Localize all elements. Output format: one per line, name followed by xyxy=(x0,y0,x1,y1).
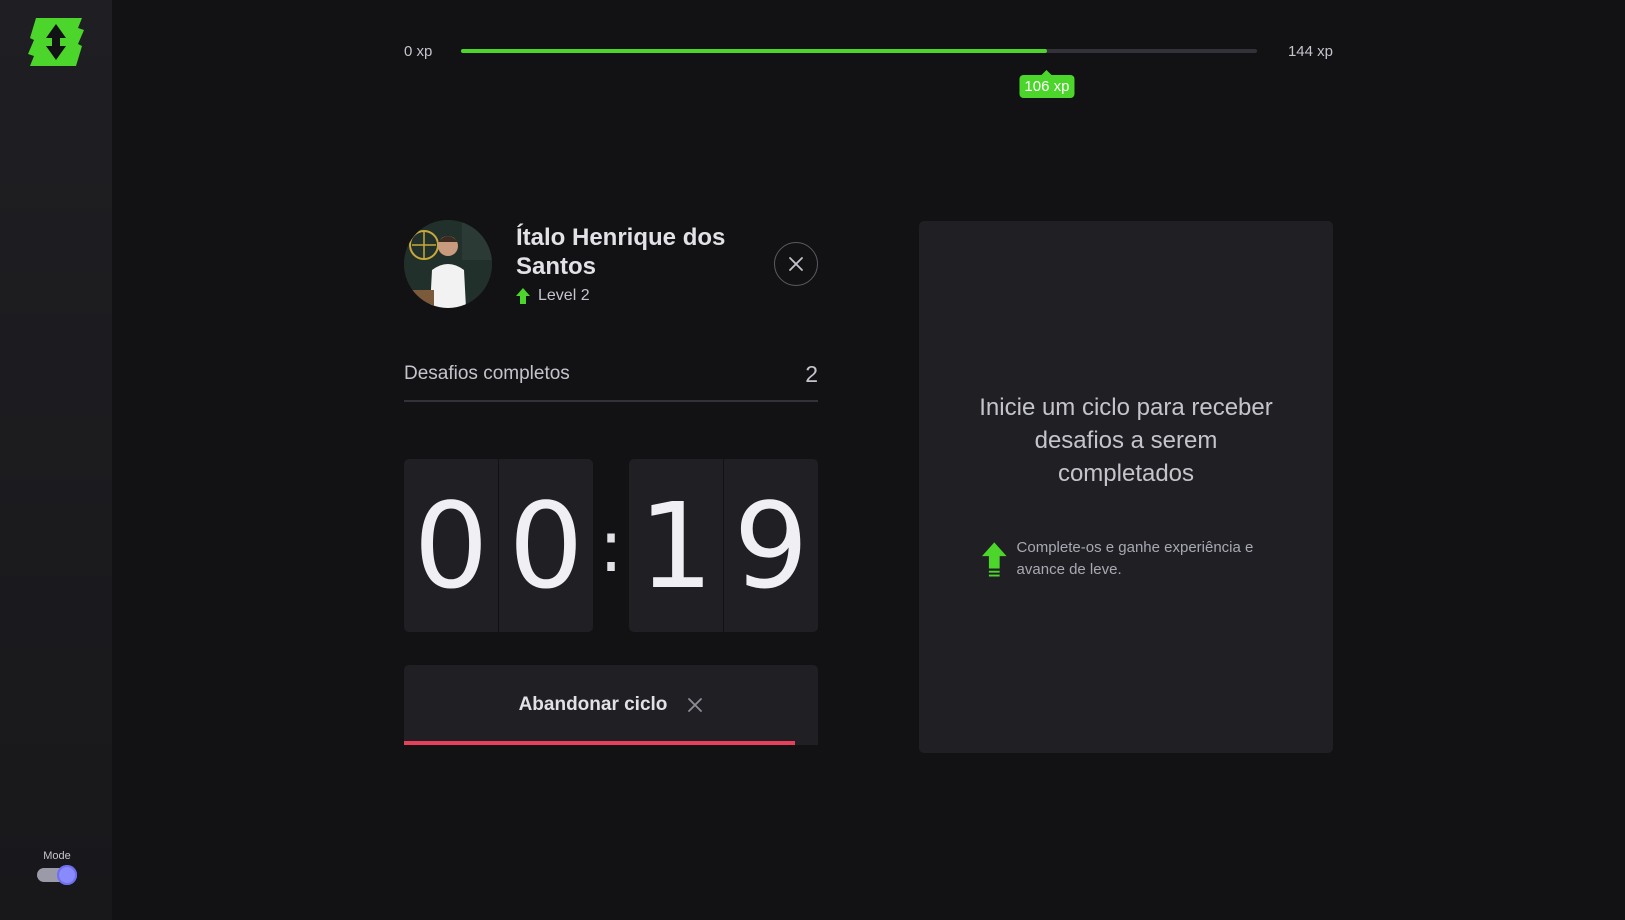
xp-fill xyxy=(461,49,1047,53)
level-up-icon xyxy=(516,288,530,304)
countdown-timer: 0 0 : 1 9 xyxy=(404,459,818,632)
mode-label: Mode xyxy=(43,850,71,862)
challenge-box: Inicie um ciclo para receber desafios a … xyxy=(919,221,1333,753)
seconds-tens-digit: 1 xyxy=(638,476,714,615)
completed-challenges-count: 2 xyxy=(805,360,818,387)
xp-min-label: 0 xp xyxy=(404,43,433,60)
countdown-minutes: 0 0 xyxy=(404,459,593,632)
left-column: Ítalo Henrique dos Santos Level 2 Desafi… xyxy=(404,220,818,745)
challenge-box-hint: Complete-os e ganhe experiência e avance… xyxy=(982,537,1282,583)
seconds-ones-digit: 9 xyxy=(723,459,818,632)
abandon-cycle-button[interactable]: Abandonar ciclo xyxy=(404,665,818,745)
challenge-box-hint-text: Complete-os e ganhe experiência e avance… xyxy=(1016,539,1254,578)
close-button[interactable] xyxy=(774,242,818,286)
countdown-separator: : xyxy=(598,503,624,588)
xp-current-badge: 106 xp xyxy=(1019,75,1075,98)
level-indicator: Level 2 xyxy=(516,287,590,305)
avatar xyxy=(404,220,492,308)
logo-icon[interactable] xyxy=(26,16,86,68)
xp-max-label: 144 xp xyxy=(1287,43,1333,60)
completed-challenges-label: Desafios completos xyxy=(404,363,570,384)
sidebar: Mode xyxy=(0,0,112,920)
profile: Ítalo Henrique dos Santos Level 2 xyxy=(404,220,818,310)
close-icon xyxy=(688,698,703,712)
profile-name: Ítalo Henrique dos Santos xyxy=(516,224,726,280)
xp-track: 106 xp xyxy=(461,49,1257,98)
abandon-cycle-label: Abandonar ciclo xyxy=(518,694,668,715)
mode-switch: Mode xyxy=(36,850,78,885)
toggle-knob xyxy=(57,865,77,885)
minutes-ones-digit: 0 xyxy=(498,459,593,632)
level-up-icon xyxy=(982,542,1007,577)
challenge-box-title: Inicie um ciclo para receber desafios a … xyxy=(979,394,1273,487)
avatar-photo-icon xyxy=(404,220,492,308)
countdown-seconds: 1 9 xyxy=(629,459,818,632)
cycle-progress-bar xyxy=(404,741,796,745)
theme-toggle[interactable] xyxy=(37,865,77,885)
close-icon xyxy=(789,257,803,271)
experience-bar: 0 xp 106 xp 144 xp xyxy=(404,40,1333,100)
completed-challenges: Desafios completos 2 xyxy=(404,348,818,402)
level-label: Level 2 xyxy=(538,287,590,304)
minutes-tens-digit: 0 xyxy=(413,476,489,615)
